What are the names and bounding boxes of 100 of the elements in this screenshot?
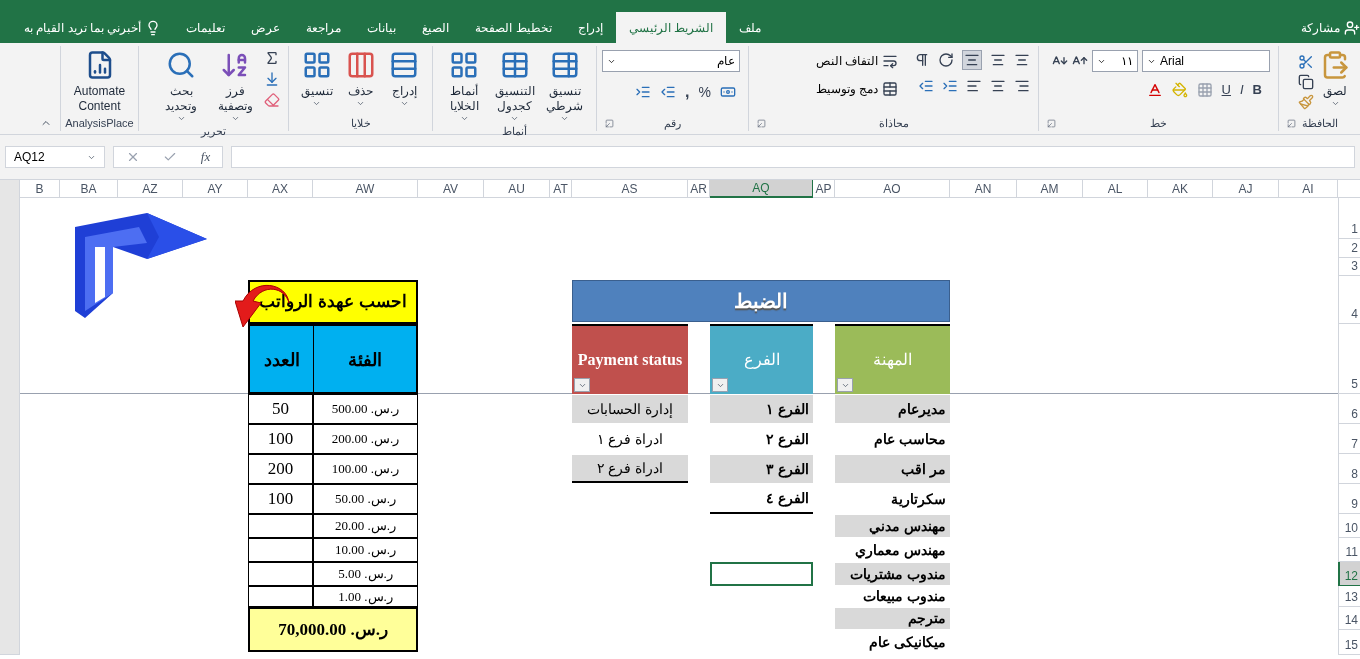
row-header[interactable]: 15 xyxy=(1338,630,1360,655)
tell-me-text[interactable]: أخبرني بما تريد القيام به xyxy=(24,18,142,37)
ribbon-tab[interactable]: تخطيط الصفحة xyxy=(462,12,565,43)
number-format-field[interactable]: عام xyxy=(602,50,740,72)
ribbon-button[interactable]: فرز وتصفية xyxy=(210,50,260,123)
row-header[interactable]: 8 xyxy=(1338,454,1360,484)
column-header[interactable]: AP xyxy=(813,180,835,198)
caret-icon xyxy=(230,114,240,123)
column-header[interactable]: AN xyxy=(950,180,1017,198)
name-box[interactable]: AQ12 xyxy=(5,146,105,168)
row-header[interactable]: 10 xyxy=(1338,514,1360,538)
merge-center-button[interactable]: دمج وتوسيط xyxy=(815,80,898,98)
column-header[interactable]: AQ xyxy=(710,180,813,198)
insert-function-button[interactable]: fx xyxy=(200,147,211,167)
column-header[interactable]: AS xyxy=(572,180,688,198)
column-header[interactable]: AK xyxy=(1148,180,1213,198)
column-header[interactable]: AW xyxy=(313,180,418,198)
row-header[interactable]: 11 xyxy=(1338,538,1360,562)
ribbon-button[interactable]: لصق xyxy=(1318,50,1352,108)
autosum-icon[interactable] xyxy=(264,50,280,66)
row-header[interactable]: 9 xyxy=(1338,484,1360,514)
ribbon-button[interactable]: أنماط الخلايا xyxy=(441,50,488,123)
table-cell: مديرعام xyxy=(835,395,950,423)
ribbon-button[interactable]: إدراج xyxy=(384,50,424,108)
align-top-icon[interactable] xyxy=(1014,52,1030,68)
text-direction-icon[interactable] xyxy=(914,52,930,68)
row-header[interactable]: 13 xyxy=(1338,586,1360,607)
dialog-launcher-icon[interactable] xyxy=(1047,119,1056,128)
wrap-text-button[interactable]: التفاف النص xyxy=(815,52,898,70)
cut-icon[interactable] xyxy=(1298,54,1314,70)
share-button[interactable]: مشاركة xyxy=(1301,12,1360,43)
row-header[interactable]: 3 xyxy=(1338,258,1360,276)
column-header[interactable]: AJ xyxy=(1213,180,1279,198)
column-header[interactable]: AM xyxy=(1017,180,1083,198)
column-header[interactable]: BA xyxy=(60,180,118,198)
currency-icon[interactable] xyxy=(720,84,736,100)
column-header[interactable]: B xyxy=(20,180,60,198)
row-header[interactable]: 5 xyxy=(1338,324,1360,394)
indent-icon[interactable] xyxy=(942,78,958,94)
font-size-field[interactable]: ١١ xyxy=(1092,50,1138,72)
ribbon-button[interactable]: تنسيق شرطي xyxy=(541,50,588,123)
ribbon-tab[interactable]: مراجعة xyxy=(293,12,355,43)
font-color-icon[interactable] xyxy=(1146,81,1163,98)
formula-input[interactable] xyxy=(231,146,1355,168)
percent-button[interactable]: % xyxy=(698,81,711,103)
enter-icon[interactable] xyxy=(163,150,178,164)
column-header[interactable]: AY xyxy=(183,180,248,198)
underline-button[interactable]: U xyxy=(1221,80,1231,100)
row-header[interactable]: 12 xyxy=(1338,562,1360,586)
dialog-launcher-icon[interactable] xyxy=(757,119,766,128)
column-header[interactable]: AL xyxy=(1083,180,1148,198)
row-header[interactable]: 7 xyxy=(1338,424,1360,454)
column-header[interactable]: AV xyxy=(418,180,484,198)
fill-down-icon[interactable] xyxy=(264,71,280,87)
ribbon-tab[interactable]: عرض xyxy=(238,12,294,43)
vertical-scrollbar[interactable] xyxy=(0,180,20,655)
fill-color-icon[interactable] xyxy=(1171,81,1188,98)
column-header[interactable]: AU xyxy=(484,180,550,198)
filter-dropdown[interactable] xyxy=(837,378,853,392)
ribbon-button[interactable]: بحث وتحديد xyxy=(156,50,206,123)
cell-styles-icon xyxy=(449,50,480,80)
column-header[interactable]: AX xyxy=(248,180,313,198)
selected-cell[interactable] xyxy=(710,562,813,586)
column-header[interactable]: AI xyxy=(1279,180,1338,198)
column-header[interactable]: AZ xyxy=(118,180,183,198)
align-bottom-icon[interactable] xyxy=(962,50,982,70)
ribbon-button[interactable]: Automate Content xyxy=(69,50,130,114)
dialog-launcher-icon[interactable] xyxy=(1287,119,1296,128)
align-center-icon[interactable] xyxy=(990,78,1006,94)
ribbon-tab[interactable]: ملف xyxy=(726,12,775,43)
clear-icon[interactable] xyxy=(264,92,280,108)
column-header[interactable]: AT xyxy=(550,180,572,198)
ribbon-tab[interactable]: الشريط الرئيسي xyxy=(615,12,727,43)
align-middle-icon[interactable] xyxy=(990,52,1006,68)
filter-dropdown[interactable] xyxy=(712,378,728,392)
filter-dropdown[interactable] xyxy=(574,378,590,392)
bold-button[interactable]: B xyxy=(1252,80,1262,100)
column-header[interactable]: AO xyxy=(835,180,950,198)
row-header[interactable]: 14 xyxy=(1338,607,1360,630)
ribbon-button[interactable]: التنسيق كجدول xyxy=(491,50,538,123)
ribbon-button[interactable]: تنسيق xyxy=(297,50,337,108)
row-header[interactable]: 4 xyxy=(1338,276,1360,324)
align-right-icon[interactable] xyxy=(1014,78,1030,94)
ribbon-tab[interactable]: الصيغ xyxy=(409,12,463,43)
outdent-icon[interactable] xyxy=(918,78,934,94)
orientation-icon[interactable] xyxy=(938,52,954,68)
ribbon-tab[interactable]: تعليمات xyxy=(173,12,239,43)
row-header[interactable]: 1 xyxy=(1338,198,1360,239)
ribbon-button[interactable]: حذف xyxy=(340,50,381,108)
align-left-icon[interactable] xyxy=(966,78,982,94)
row-header[interactable]: 2 xyxy=(1338,239,1360,258)
dialog-launcher-icon[interactable] xyxy=(605,119,614,128)
column-header[interactable]: AR xyxy=(688,180,710,198)
comma-button[interactable]: , xyxy=(685,80,690,104)
copy-icon[interactable] xyxy=(1298,74,1314,90)
row-header[interactable]: 6 xyxy=(1338,394,1360,424)
ribbon-tab[interactable]: بيانات xyxy=(354,12,410,43)
font-name-field[interactable]: Arial xyxy=(1142,50,1270,72)
ribbon-tab[interactable]: إدراج xyxy=(564,12,616,43)
italic-button[interactable]: I xyxy=(1240,80,1244,100)
